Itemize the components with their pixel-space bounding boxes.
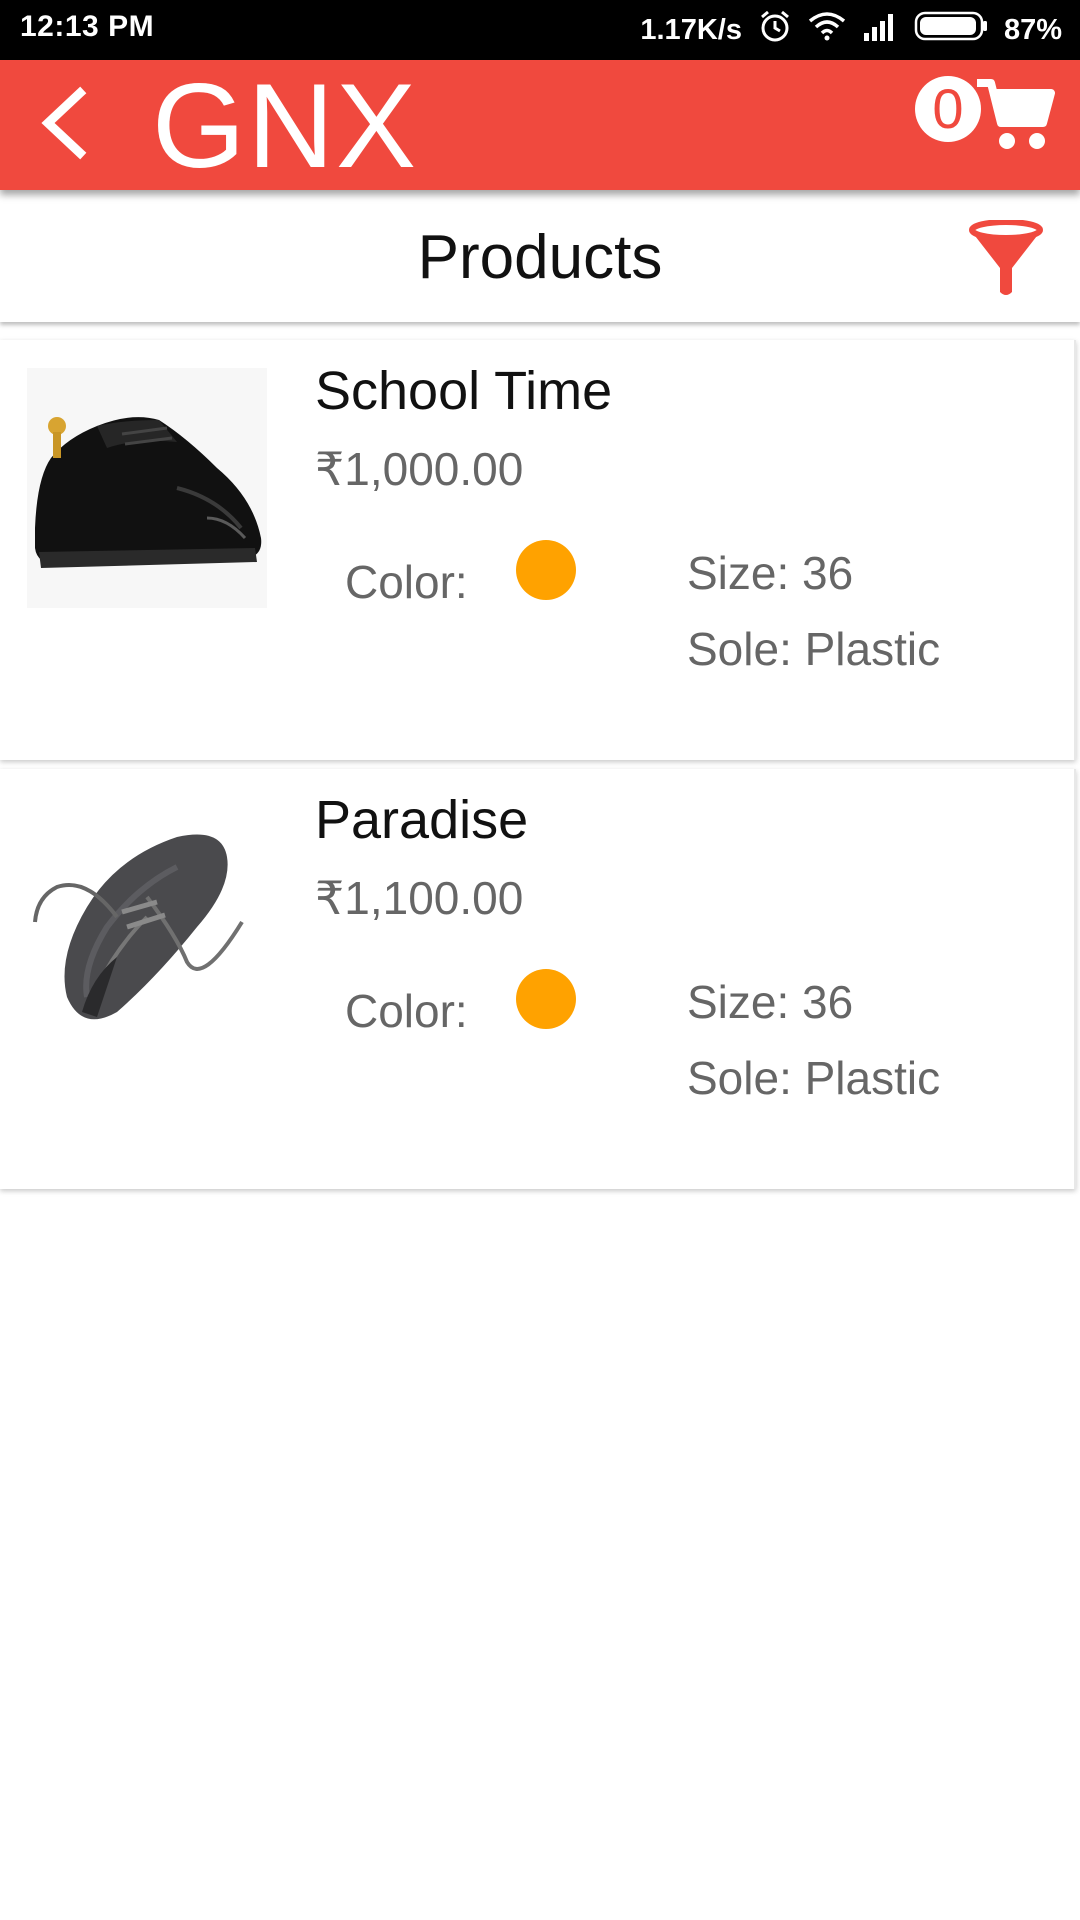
color-label: Color:	[345, 556, 468, 608]
cart-icon	[973, 73, 1055, 158]
cart-count-badge: 0	[915, 76, 981, 142]
status-bar: 12:13 PM 1.17K/s 87%	[0, 0, 1080, 60]
color-swatch	[516, 969, 576, 1029]
wifi-icon	[808, 11, 846, 49]
app-title: GNX	[152, 59, 419, 193]
product-sole: Sole: Plastic	[687, 1052, 941, 1104]
product-name: Paradise	[315, 790, 529, 850]
product-image	[27, 368, 267, 608]
product-sole: Sole: Plastic	[687, 623, 941, 675]
signal-icon	[862, 11, 898, 49]
product-image	[27, 797, 267, 1037]
page-header: Products	[0, 190, 1080, 322]
product-price: ₹1,000.00	[315, 443, 524, 495]
color-label: Color:	[345, 985, 468, 1037]
status-time: 12:13 PM	[20, 10, 155, 43]
cart-button[interactable]: 0	[915, 73, 1055, 163]
product-name: School Time	[315, 361, 613, 421]
network-speed: 1.17K/s	[640, 13, 742, 46]
product-card[interactable]: School Time ₹1,000.00 Color: Size: 36 So…	[0, 340, 1076, 760]
color-swatch	[516, 540, 576, 600]
funnel-icon	[969, 219, 1043, 295]
battery-percent: 87%	[1003, 13, 1062, 46]
back-arrow-icon	[41, 86, 87, 160]
status-icons: 1.17K/s 87%	[624, 10, 1062, 50]
alarm-icon	[758, 9, 792, 51]
product-price: ₹1,100.00	[315, 872, 524, 924]
back-button[interactable]	[30, 78, 120, 168]
product-size: Size: 36	[687, 547, 854, 599]
filter-button[interactable]	[968, 219, 1044, 300]
battery-icon	[914, 10, 988, 50]
product-card[interactable]: Paradise ₹1,100.00 Color: Size: 36 Sole:…	[0, 769, 1076, 1189]
app-bar: GNX 0	[0, 60, 1080, 190]
product-size: Size: 36	[687, 976, 854, 1028]
page-title: Products	[417, 223, 663, 292]
